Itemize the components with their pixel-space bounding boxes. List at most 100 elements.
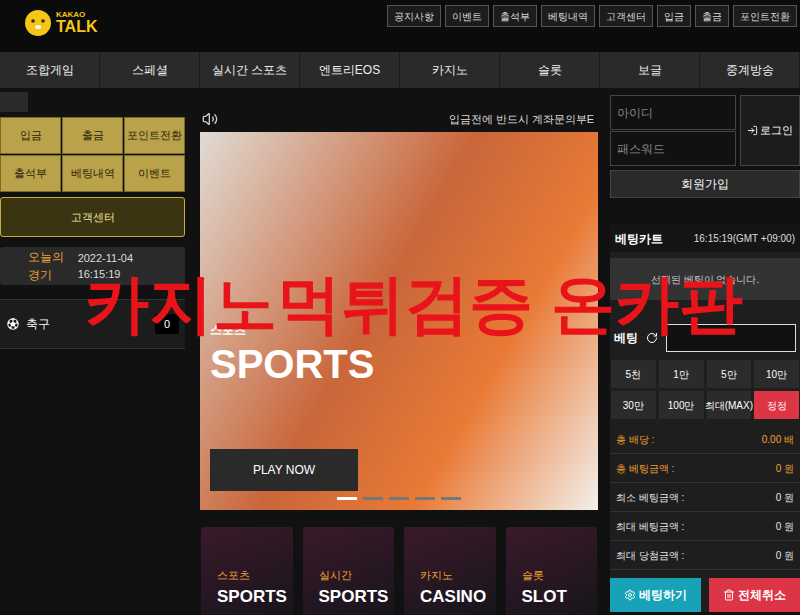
quick-button[interactable]: 출석부 [0,155,61,192]
top-link[interactable]: 출금 [695,5,729,27]
header: KAKAOTALK 공지사항이벤트출석부베팅내역고객센터입금출금포인트전환 [0,0,800,52]
bet-cart: 베팅카트 16:15:19(GMT +09:00) 선택된 베팅이 없습니다. 베팅 5… [610,225,800,612]
top-link[interactable]: 출석부 [493,5,537,27]
logo[interactable]: KAKAOTALK [24,8,97,38]
login-button[interactable]: 로그인 [740,95,800,166]
banner-category: 스포츠 [210,321,588,339]
quick-button[interactable]: 베팅내역 [62,155,123,192]
bet-actions: 베팅하기전체취소 [610,578,800,612]
amount-button[interactable]: 5천 [611,360,656,388]
today-datetime: 2022-11-04 16:15:19 [78,250,157,283]
game-card[interactable]: 슬롯SLOT [506,527,598,615]
action-button[interactable]: 베팅하기 [610,578,701,612]
summary-row: 최대 당첨금액 :0 원 [610,541,800,570]
top-link[interactable]: 입금 [657,5,691,27]
summary-value: 0 원 [776,461,794,476]
bet-cart-time: 16:15:19(GMT +09:00) [694,231,795,246]
bet-label: 베팅 [614,329,638,347]
trash-icon [723,589,735,601]
gear-icon [624,589,636,601]
bet-amount-input[interactable] [666,324,796,352]
quick-button[interactable]: 포인트전환 [124,117,185,154]
summary-label: 최대 베팅금액 : [616,519,684,534]
top-link[interactable]: 고객센터 [599,5,653,27]
nav-bar: 조합게임스페셜실시간 스포츠엔트리EOS카지노슬롯보글중계방송 [0,52,800,88]
quick-buttons: 입금출금포인트전환출석부베팅내역이벤트 [0,117,185,192]
summary-value: 0.00 배 [762,432,794,447]
amount-button[interactable]: 100만 [659,391,704,419]
summary-row: 총 배당 :0.00 배 [610,425,800,454]
top-link[interactable]: 이벤트 [445,5,489,27]
refresh-icon[interactable] [646,332,658,344]
slide-dot[interactable] [363,497,383,500]
action-button[interactable]: 전체취소 [709,578,800,612]
play-button[interactable]: PLAY NOW [210,449,358,491]
password-input[interactable] [610,131,736,166]
right-panel: 로그인회원가입베팅카트 16:15:19(GMT +09:00) 선택된 베팅이 없… [610,88,800,612]
quick-button[interactable]: 이벤트 [124,155,185,192]
bet-cart-header: 베팅카트 16:15:19(GMT +09:00) [610,225,800,252]
sport-count: 0 [155,314,179,334]
page: KAKAOTALK공지사항이벤트출석부베팅내역고객센터입금출금포인트전환조합게임… [0,0,800,615]
sport-name: 축구 [26,315,50,333]
quick-button[interactable]: 출금 [62,117,123,154]
logo-top: KAKAO [56,11,97,19]
bet-cart-title: 베팅카트 [615,230,663,248]
summary-row: 총 베팅금액 :0 원 [610,454,800,483]
watermark: 카지노먹튀검증 온카판 [85,272,743,336]
nav-item[interactable]: 조합게임 [0,52,100,88]
game-card[interactable]: 카지노CASINO [404,527,496,615]
notice-text: 입금전에 반드시 계좌문의부E [449,111,594,128]
logo-icon [24,8,52,38]
bet-summary: 총 배당 :0.00 배총 베팅금액 :0 원최소 베팅금액 :0 원최대 베팅… [610,425,800,570]
sport-row[interactable]: 축구 0 [0,299,185,349]
signup-button[interactable]: 회원가입 [610,170,800,198]
slide-dot[interactable] [415,497,435,500]
bet-cart-empty: 선택된 베팅이 없습니다. [610,258,800,300]
nav-item[interactable]: 슬롯 [500,52,600,88]
nav-item[interactable]: 보글 [600,52,700,88]
body: 입금출금포인트전환출석부베팅내역이벤트고객센터오늘의 경기2022-11-04 … [0,88,800,615]
amount-button[interactable]: 최대(MAX) [707,391,752,419]
top-link[interactable]: 포인트전환 [733,5,797,27]
amount-button[interactable]: 1만 [659,360,704,388]
game-card[interactable]: 실시간SPORTS [303,527,395,615]
amount-buttons: 5천1만5만10만 30만100만최대(MAX)정정 [610,360,800,419]
main-panel: 입금전에 반드시 계좌문의부E스포츠SPORTSPLAY NOW스포츠SPORT… [200,88,598,615]
today-games: 오늘의 경기2022-11-04 16:15:19 [0,247,185,285]
game-card[interactable]: 스포츠SPORTS [201,527,293,615]
soccer-ball-icon [6,317,20,331]
slide-dot[interactable] [441,497,461,500]
notice-bar: 입금전에 반드시 계좌문의부E [200,108,598,130]
speaker-icon [202,111,218,127]
top-link[interactable]: 공지사항 [387,5,441,27]
banner: 스포츠SPORTSPLAY NOW [200,132,598,510]
nav-item[interactable]: 스페셜 [100,52,200,88]
top-links: 공지사항이벤트출석부베팅내역고객센터입금출금포인트전환 [387,5,797,27]
nav-item[interactable]: 실시간 스포츠 [200,52,300,88]
top-link[interactable]: 베팅내역 [541,5,595,27]
summary-label: 최소 베팅금액 : [616,490,684,505]
game-card-label: 슬롯 [522,567,582,584]
login-icon [747,125,758,136]
game-cards: 스포츠SPORTS실시간SPORTS카지노CASINO슬롯SLOT [200,527,598,615]
nav-item[interactable]: 카지노 [400,52,500,88]
id-input[interactable] [610,95,736,130]
amount-button[interactable]: 정정 [754,391,799,419]
game-card-label: 스포츠 [217,567,277,584]
summary-row: 최소 베팅금액 :0 원 [610,483,800,512]
game-card-title: SLOT [522,584,582,610]
quick-button[interactable]: 입금 [0,117,61,154]
amount-button[interactable]: 10만 [754,360,799,388]
left-tab[interactable] [0,92,28,112]
slide-dot[interactable] [337,497,357,500]
support-button[interactable]: 고객센터 [0,197,185,237]
slide-dot[interactable] [389,497,409,500]
nav-item[interactable]: 엔트리EOS [300,52,400,88]
amount-button[interactable]: 30만 [611,391,656,419]
today-title: 오늘의 경기 [28,248,78,284]
nav-item[interactable]: 중계방송 [700,52,800,88]
amount-button[interactable]: 5만 [707,360,752,388]
summary-row: 최대 베팅금액 :0 원 [610,512,800,541]
game-card-title: SPORTS [319,584,379,610]
